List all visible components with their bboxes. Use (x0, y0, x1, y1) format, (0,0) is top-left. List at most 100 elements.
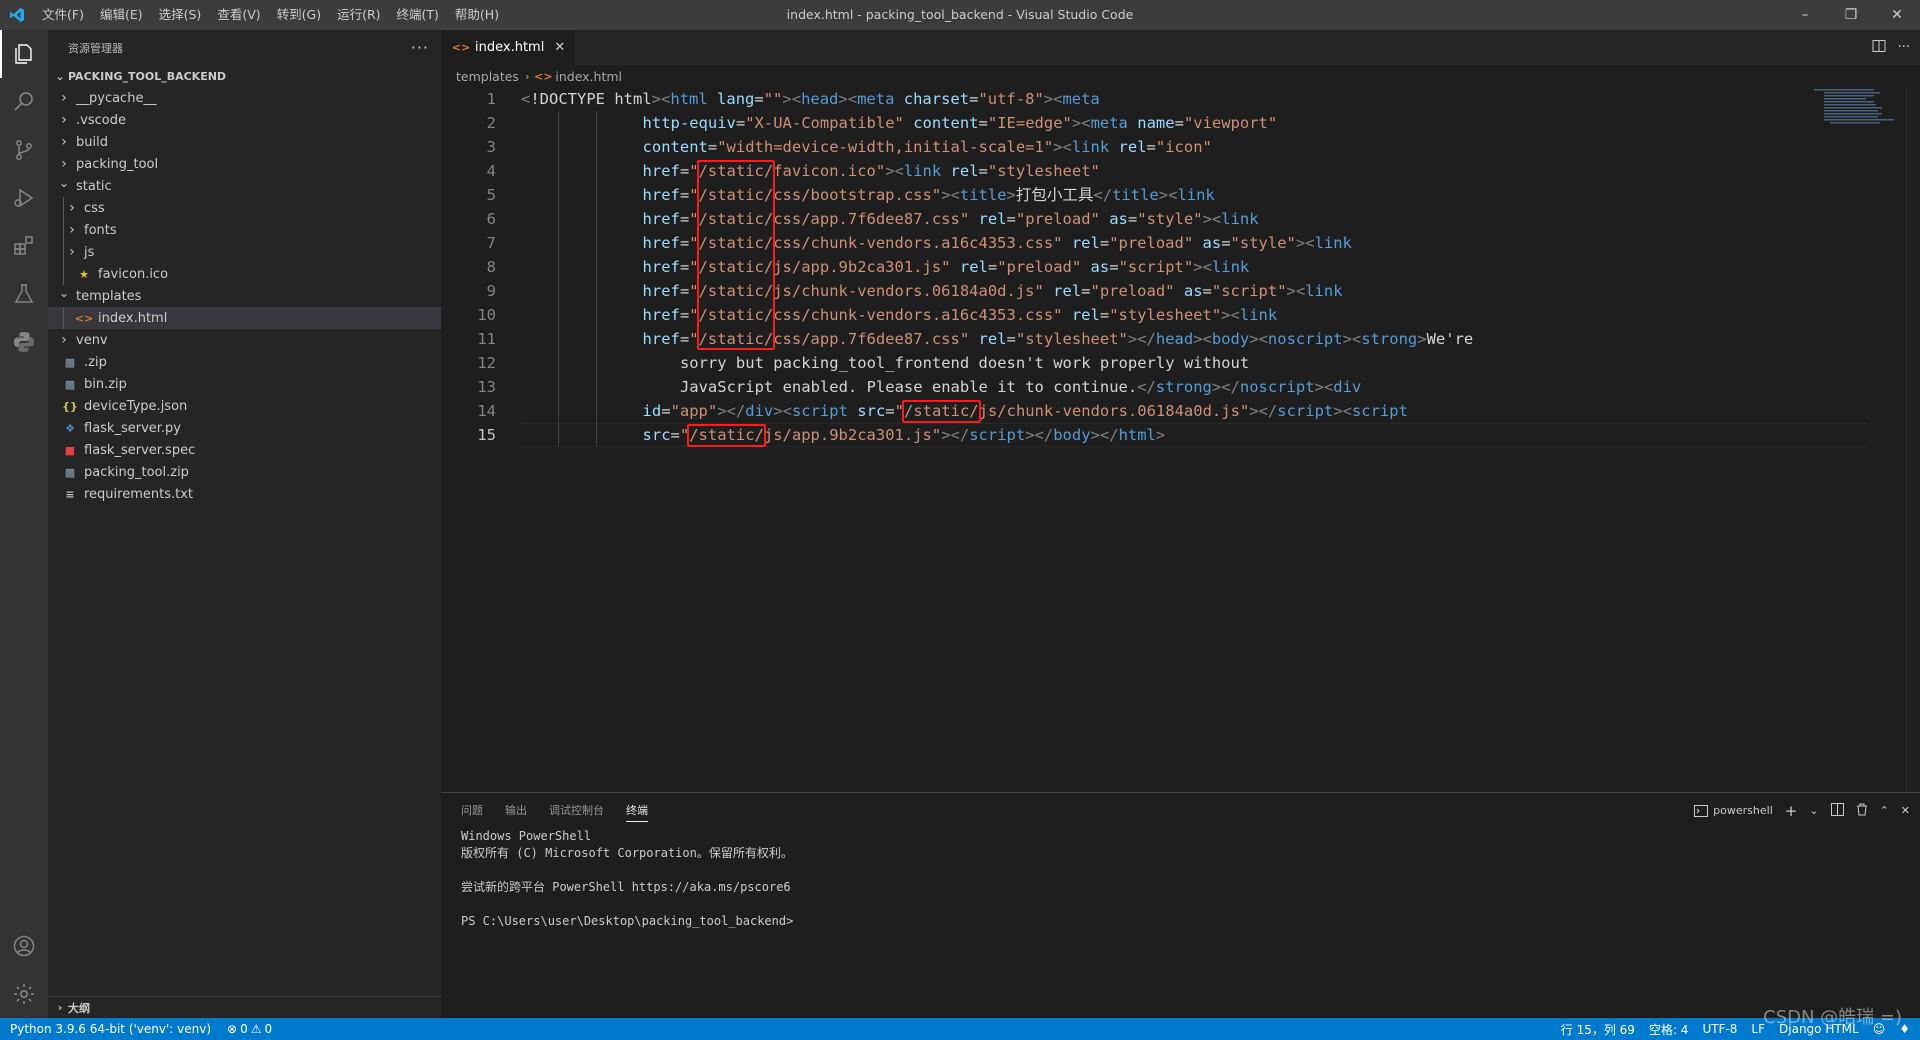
workspace-section-header[interactable]: ⌄ PACKING_TOOL_BACKEND (48, 65, 441, 87)
tree-item-label: venv (76, 332, 108, 348)
trash-icon[interactable] (1856, 803, 1868, 819)
folder-item[interactable]: › .vscode (48, 109, 441, 131)
menu-item[interactable]: 终端(T) (389, 0, 447, 30)
minimize-icon[interactable]: – (1782, 0, 1828, 30)
menu-item[interactable]: 帮助(H) (447, 0, 507, 30)
split-editor-icon[interactable] (1872, 39, 1886, 57)
file-item[interactable]: <> index.html (48, 307, 441, 329)
code-token: </ (1137, 378, 1156, 396)
chevron-down-icon[interactable]: ⌄ (1809, 804, 1818, 817)
menu-item[interactable]: 文件(F) (34, 0, 92, 30)
file-item[interactable]: ★ favicon.ico (48, 263, 441, 285)
search-icon[interactable] (0, 78, 48, 126)
code-token: "preload" (1109, 234, 1194, 252)
code-token: script (791, 402, 848, 420)
code-token: = (754, 90, 764, 108)
close-panel-icon[interactable]: ✕ (1901, 804, 1910, 817)
indent-guide (63, 307, 64, 329)
terminal-output[interactable]: Windows PowerShell 版权所有 (C) Microsoft Cor… (441, 828, 1920, 930)
file-item[interactable]: ▩ packing_tool.zip (48, 461, 441, 483)
close-window-icon[interactable]: ✕ (1874, 0, 1920, 30)
file-item[interactable]: ▩ .zip (48, 351, 441, 373)
code-editor[interactable]: 1 <!DOCTYPE html><html lang=""><head><met… (441, 87, 1920, 792)
terminal-line: PS C:\Users\user\Desktop\packing_tool_ba… (461, 914, 794, 928)
code-token: = (987, 258, 998, 276)
menu-item[interactable]: 转到(G) (269, 0, 329, 30)
chevron-down-icon: ⌄ (58, 286, 70, 300)
python-interpreter[interactable]: Python 3.9.6 64-bit ('venv': venv) (10, 1022, 211, 1036)
tree-item-label: build (76, 134, 108, 150)
maximize-panel-icon[interactable]: ⌃ (1880, 804, 1889, 817)
folder-item[interactable]: › build (48, 131, 441, 153)
minimap[interactable] (1806, 87, 1906, 127)
file-item[interactable]: ■ flask_server.spec (48, 439, 441, 461)
tab-index-html[interactable]: <> index.html ✕ (441, 30, 576, 65)
cursor-position[interactable]: 行 15，列 69 (1561, 1021, 1635, 1038)
encoding[interactable]: UTF-8 (1702, 1022, 1737, 1036)
outline-section-header[interactable]: › 大纲 (48, 996, 441, 1018)
menu-item[interactable]: 运行(R) (329, 0, 388, 30)
code-token: div (745, 402, 774, 420)
folder-item[interactable]: › venv (48, 329, 441, 351)
folder-item[interactable]: › css (48, 197, 441, 219)
account-icon[interactable] (0, 922, 48, 970)
menu-item[interactable]: 选择(S) (151, 0, 210, 30)
code-token: > (1071, 114, 1082, 132)
zip-file-icon: ▩ (64, 377, 76, 391)
python-icon[interactable] (0, 318, 48, 366)
restore-icon[interactable]: ❐ (1828, 0, 1874, 30)
file-item[interactable]: ❖ flask_server.py (48, 417, 441, 439)
close-tab-icon[interactable]: ✕ (554, 40, 565, 55)
code-token: head (1155, 330, 1194, 348)
menu-item[interactable]: 编辑(E) (92, 0, 151, 30)
testing-icon[interactable] (0, 270, 48, 318)
folder-item[interactable]: › packing_tool (48, 153, 441, 175)
code-token: link (903, 162, 942, 180)
watermark: CSDN @皓瑞 =) (1763, 1007, 1902, 1028)
editor-more-icon[interactable]: ··· (1898, 40, 1910, 55)
tree-item-label: __pycache__ (76, 90, 157, 106)
menu-item[interactable]: 查看(V) (209, 0, 268, 30)
workspace-name: PACKING_TOOL_BACKEND (68, 69, 227, 83)
panel-tab[interactable]: 终端 (626, 793, 648, 828)
code-token: rel (1118, 138, 1147, 156)
code-token: !DOCTYPE html (530, 90, 652, 108)
folder-item[interactable]: › fonts (48, 219, 441, 241)
source-control-icon[interactable] (0, 126, 48, 174)
new-terminal-icon[interactable]: + (1785, 802, 1798, 820)
code-token: < (1230, 306, 1240, 324)
panel-tab[interactable]: 输出 (505, 793, 527, 828)
file-item[interactable]: {} deviceType.json (48, 395, 441, 417)
terminal-shell-label[interactable]: powershell (1713, 804, 1773, 817)
editor-scrollbar[interactable] (1906, 87, 1920, 792)
explorer-icon[interactable] (0, 30, 48, 78)
file-item[interactable]: ≡ requirements.txt (48, 483, 441, 505)
indent-guide (63, 219, 64, 241)
panel-tab[interactable]: 调试控制台 (549, 793, 604, 828)
breadcrumb-file[interactable]: index.html (555, 69, 622, 84)
more-actions-icon[interactable]: ··· (411, 38, 429, 57)
breadcrumb-folder[interactable]: templates (456, 69, 519, 84)
folder-item[interactable]: ⌄ templates (48, 285, 441, 307)
folder-item[interactable]: › __pycache__ (48, 87, 441, 109)
code-token: > (1127, 330, 1138, 348)
chevron-right-icon: › (69, 222, 75, 238)
tree-item-label: requirements.txt (84, 486, 194, 502)
run-debug-icon[interactable] (0, 174, 48, 222)
problems-indicator[interactable]: ⊗ 0 ⚠ 0 (227, 1022, 272, 1036)
code-token: = (1099, 234, 1110, 252)
split-terminal-icon[interactable] (1830, 802, 1844, 819)
code-token: as (1202, 234, 1222, 252)
indentation[interactable]: 空格: 4 (1649, 1021, 1689, 1038)
settings-gear-icon[interactable] (0, 970, 48, 1018)
extensions-icon[interactable] (0, 222, 48, 270)
html-file-icon: <> (534, 69, 553, 83)
activity-bar (0, 30, 48, 1018)
panel-tab[interactable]: 问题 (461, 793, 483, 828)
folder-item[interactable]: ⌄ static (48, 175, 441, 197)
file-item[interactable]: ▩ bin.zip (48, 373, 441, 395)
folder-item[interactable]: › js (48, 241, 441, 263)
